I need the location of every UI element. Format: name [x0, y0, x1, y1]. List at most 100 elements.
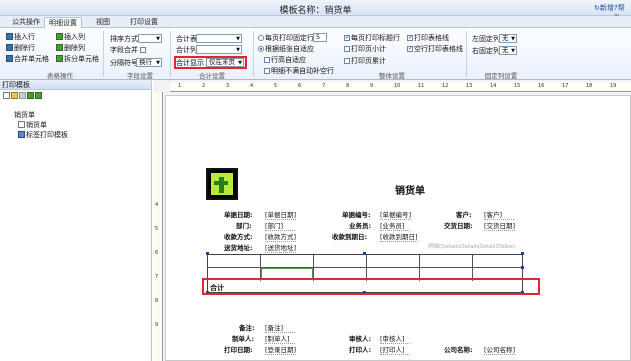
sort-select[interactable]: ▼: [138, 34, 162, 43]
auto-rows-option[interactable]: 根据纸张自适应: [258, 45, 314, 54]
tree-toolbar: [3, 92, 61, 100]
field-delivery-address[interactable]: [送货地址]: [265, 242, 297, 253]
field-doc-no[interactable]: [单据编号]: [380, 209, 412, 220]
resize-handle[interactable]: [363, 252, 366, 255]
label-department: 部门:: [236, 222, 252, 230]
field-remark[interactable]: [备注]: [265, 322, 295, 333]
edit-template-icon[interactable]: [11, 92, 18, 99]
field-payment-due[interactable]: [收款到期日]: [380, 231, 418, 242]
table-border-checkbox[interactable]: [407, 33, 413, 42]
page-total-checkbox[interactable]: [344, 58, 350, 64]
tree-item-sales[interactable]: 销货单: [18, 120, 47, 130]
blank-border-checkbox[interactable]: [407, 44, 413, 53]
total-col-label: 合计列: [176, 46, 197, 54]
ruler-tick: 6: [298, 83, 302, 89]
table-border-option[interactable]: 打印表格线: [407, 33, 449, 43]
field-printer[interactable]: [打印人]: [380, 344, 410, 355]
company-logo: [206, 168, 238, 200]
field-merge-toggle[interactable]: 字段合并: [110, 46, 147, 55]
total-table-label: 合计表: [176, 35, 197, 43]
detail-fill-blank-checkbox[interactable]: [264, 68, 270, 74]
delete-col-button[interactable]: 删除列: [56, 44, 85, 53]
field-doc-date[interactable]: [单据日期]: [265, 209, 297, 220]
blank-border-option[interactable]: 空行打印表格线: [407, 44, 463, 54]
ruler-tick: 16: [538, 83, 545, 89]
label-reviewer: 审核人:: [349, 335, 372, 343]
merge-cells-button[interactable]: 合并单元格: [6, 55, 49, 64]
field-reviewer[interactable]: [审核人]: [380, 333, 410, 344]
left-fixed-label: 左固定列: [472, 35, 500, 43]
page-subtotal-checkbox[interactable]: [344, 46, 350, 52]
tab-view[interactable]: 视图: [92, 17, 114, 28]
tree-item-label-template[interactable]: 标签打印模板: [18, 130, 68, 140]
left-fixed-select[interactable]: 无 ▼: [499, 34, 517, 43]
move-down-icon[interactable]: [35, 92, 42, 99]
insert-col-button[interactable]: 插入列: [56, 33, 85, 42]
ruler-tick: 13: [466, 83, 473, 89]
new-button[interactable]: ↻新增: [594, 3, 614, 13]
delete-template-icon[interactable]: [19, 92, 26, 99]
field-payment-method[interactable]: [收款方式]: [265, 231, 297, 242]
resize-handle[interactable]: [521, 252, 524, 255]
total-col-select[interactable]: ▼: [196, 45, 242, 54]
field-department[interactable]: [部门]: [265, 220, 295, 231]
right-fixed-select[interactable]: 无 ▼: [499, 46, 517, 55]
fixed-rows-radio[interactable]: [258, 35, 264, 41]
total-table-select[interactable]: ▼: [196, 34, 242, 43]
separator-select[interactable]: 换行 ▼: [136, 58, 162, 67]
field-print-date[interactable]: [登录日期]: [265, 344, 297, 355]
field-delivery-date[interactable]: [交货日期]: [484, 220, 516, 231]
resize-handle[interactable]: [521, 266, 524, 269]
ruler-tick: 4: [250, 83, 254, 89]
ruler-tick: 19: [610, 83, 617, 89]
fixed-rows-input[interactable]: 5: [313, 33, 327, 42]
label-doc-date: 单据日期:: [224, 211, 253, 219]
ruler-tick: 5: [274, 83, 278, 89]
split-cells-button[interactable]: 拆分单元格: [56, 55, 99, 64]
ruler-tick: 10: [394, 83, 401, 89]
delete-row-button[interactable]: 删除行: [6, 44, 35, 53]
group-label-total-settings: 合计设置: [199, 72, 225, 80]
row-height-auto-checkbox[interactable]: [264, 57, 270, 63]
insert-row-icon: [6, 33, 13, 40]
print-title-row-checkbox[interactable]: [344, 33, 350, 42]
field-salesperson[interactable]: [业务员]: [380, 220, 410, 231]
tab-common[interactable]: 公共操作: [8, 17, 44, 28]
separator-label: 分隔符号: [110, 59, 138, 67]
group-separator: [466, 31, 467, 77]
ruler-tick: 8: [155, 298, 159, 304]
label-delivery-date: 交货日期:: [444, 222, 473, 230]
print-title-row-option[interactable]: 每页打印标题行: [344, 33, 400, 43]
report-page[interactable]: 销货单 单据日期: [单据日期] 单据编号: [单据编号] 客户: [客户] 部…: [165, 95, 631, 361]
group-separator: [103, 31, 104, 77]
move-up-icon[interactable]: [27, 92, 34, 99]
delete-col-icon: [56, 44, 63, 51]
ruler-tick: 7: [322, 83, 326, 89]
auto-rows-radio[interactable]: [258, 46, 264, 52]
fixed-rows-option[interactable]: 每页打印固定行: [258, 34, 314, 43]
ruler-tick: 1: [178, 83, 182, 89]
field-customer[interactable]: [客户]: [484, 209, 514, 220]
label-printer: 打印人:: [349, 346, 372, 354]
sort-label: 排序方式: [110, 35, 138, 43]
field-company[interactable]: [公司名称]: [484, 344, 516, 355]
page-subtotal-option[interactable]: 打印页小计: [344, 45, 386, 54]
detail-fill-blank-option[interactable]: 明细不满自动补空行: [264, 67, 334, 76]
field-creator[interactable]: [制单人]: [265, 333, 295, 344]
label-salesperson: 业务员:: [349, 222, 372, 230]
group-label-fixed-cols: 固定列设置: [484, 72, 518, 80]
delete-row-icon: [6, 44, 13, 51]
tree-root[interactable]: 销货单: [14, 110, 35, 120]
resize-handle[interactable]: [206, 252, 209, 255]
tab-print-settings[interactable]: 打印设置: [126, 17, 162, 28]
new-template-icon[interactable]: [3, 92, 10, 99]
page-total-option[interactable]: 打印页累计: [344, 57, 386, 66]
insert-row-button[interactable]: 插入行: [6, 33, 35, 42]
template-tree-panel: 打印模板 销货单 销货单 标签打印模板: [0, 80, 152, 361]
detail-table[interactable]: [207, 254, 524, 281]
ruler-tick: 11: [418, 83, 425, 89]
title-bar: 模板名称：销货单 ↻新增 ?帮助: [0, 0, 631, 22]
tab-detail-settings[interactable]: 明细设置: [44, 17, 82, 28]
row-height-auto-option[interactable]: 行高自适应: [264, 56, 306, 65]
field-merge-checkbox[interactable]: [140, 47, 146, 53]
